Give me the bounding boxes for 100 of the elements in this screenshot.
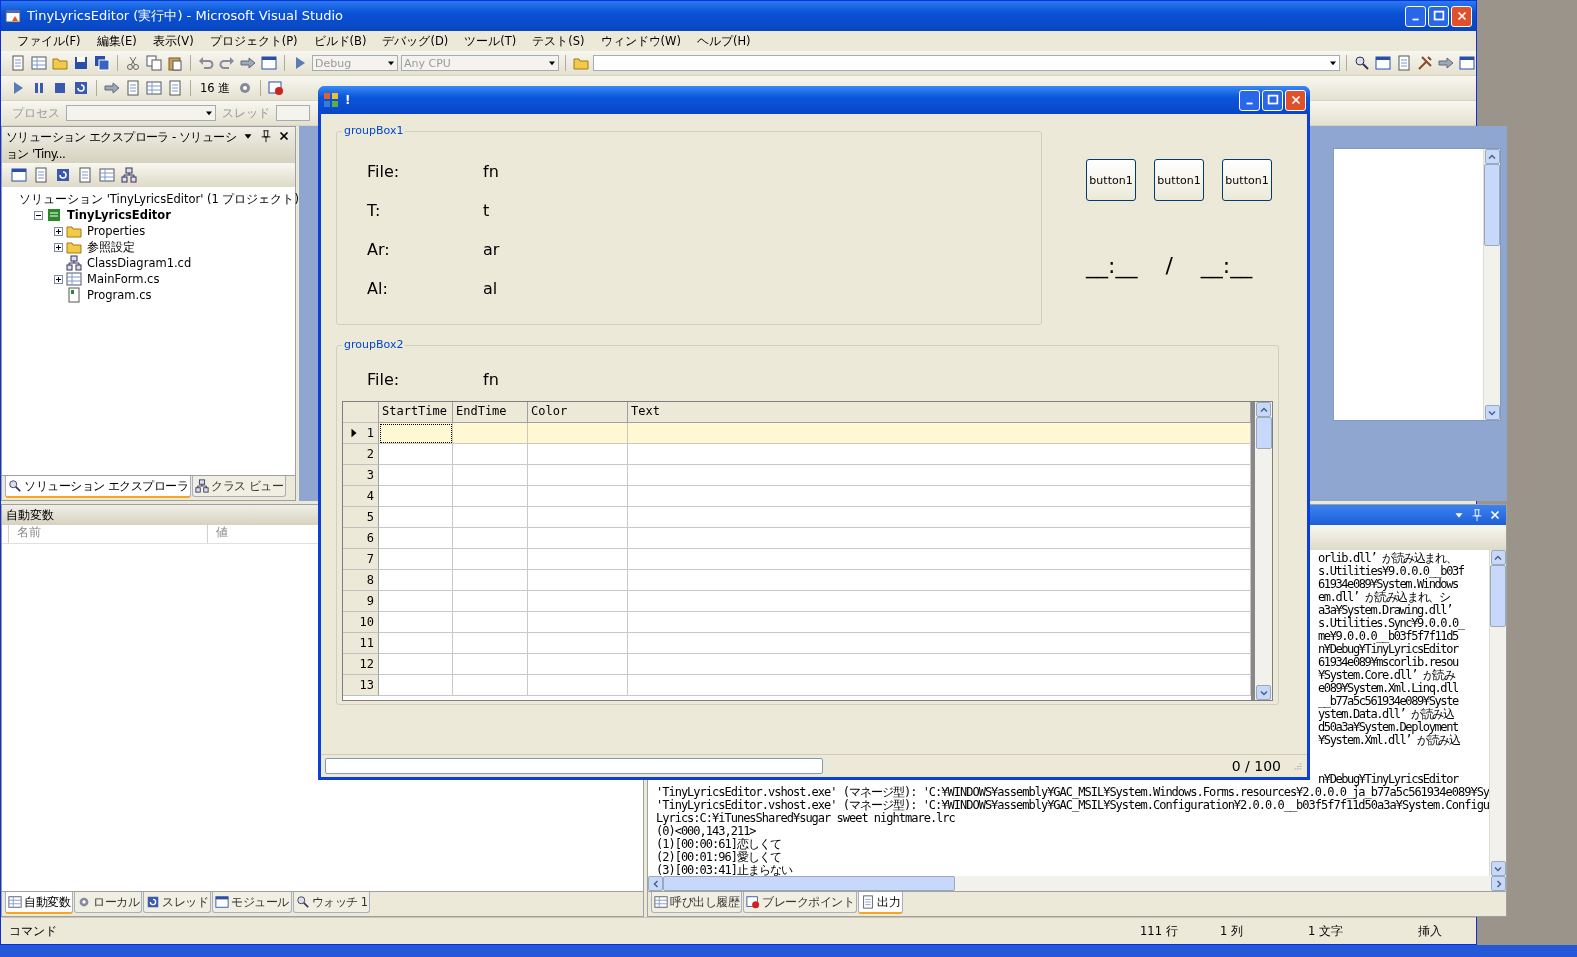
row-header[interactable]: 11: [343, 633, 379, 654]
grid-cell[interactable]: [379, 444, 453, 465]
grid-cell[interactable]: [453, 549, 528, 570]
arrow-icon[interactable]: [104, 80, 120, 96]
document-icon[interactable]: [10, 55, 26, 71]
grid-cell[interactable]: [528, 465, 628, 486]
undo-icon[interactable]: [198, 55, 214, 71]
push-button[interactable]: button1: [1086, 159, 1136, 201]
document-icon[interactable]: [167, 80, 183, 96]
menu-item[interactable]: 表示(V): [146, 32, 200, 50]
search-dropdown[interactable]: [593, 55, 1340, 71]
document-icon[interactable]: [125, 80, 141, 96]
grid-cell[interactable]: [628, 528, 1251, 549]
row-header[interactable]: 4: [343, 486, 379, 507]
grid-cell[interactable]: [453, 486, 528, 507]
grid-cell[interactable]: [528, 654, 628, 675]
maximize-icon[interactable]: [1431, 9, 1446, 23]
grid-cell[interactable]: [453, 465, 528, 486]
push-button[interactable]: button1: [1154, 159, 1204, 201]
row-header[interactable]: 7: [343, 549, 379, 570]
window-icon[interactable]: [261, 55, 277, 71]
wrench-icon[interactable]: [1417, 55, 1433, 71]
grid-cell[interactable]: [528, 444, 628, 465]
panel-tab[interactable]: ブレークポイント: [743, 892, 857, 913]
grid-cell[interactable]: [628, 444, 1251, 465]
restart-icon[interactable]: [55, 167, 71, 183]
panel-tab[interactable]: クラス ビュー: [192, 476, 287, 497]
close-icon[interactable]: [277, 129, 291, 143]
save-all-icon[interactable]: [94, 55, 110, 71]
grid-cell[interactable]: [379, 528, 453, 549]
grid-cell[interactable]: [528, 486, 628, 507]
grid-cell[interactable]: [628, 465, 1251, 486]
row-header[interactable]: 1: [343, 423, 379, 444]
column-header[interactable]: Color: [528, 402, 628, 423]
tree-item[interactable]: MainForm.cs: [85, 272, 162, 286]
thread-dropdown[interactable]: [276, 105, 310, 121]
grid-icon[interactable]: [31, 55, 47, 71]
grid-cell[interactable]: [379, 591, 453, 612]
grid-cell[interactable]: [453, 633, 528, 654]
menu-item[interactable]: プロジェクト(P): [203, 32, 304, 50]
grid-cell[interactable]: [379, 507, 453, 528]
stop-icon[interactable]: [52, 80, 68, 96]
redo-icon[interactable]: [219, 55, 235, 71]
grid-cell[interactable]: [628, 507, 1251, 528]
grid-cell[interactable]: [528, 423, 628, 444]
grid-cell[interactable]: [453, 570, 528, 591]
collapse-icon[interactable]: [34, 210, 43, 220]
vertical-scrollbar[interactable]: [1251, 402, 1272, 700]
menu-item[interactable]: デバッグ(D): [376, 32, 455, 50]
grid-cell[interactable]: [528, 570, 628, 591]
document-icon[interactable]: [77, 167, 93, 183]
copy-icon[interactable]: [146, 55, 162, 71]
panel-tab[interactable]: 出力: [858, 892, 903, 914]
grid-icon[interactable]: [146, 80, 162, 96]
grid-cell[interactable]: [379, 654, 453, 675]
menu-item[interactable]: ビルド(B): [307, 32, 373, 50]
arrow-icon[interactable]: [1438, 55, 1454, 71]
tree-item[interactable]: Properties: [85, 224, 148, 238]
scrollbar-thumb[interactable]: [1490, 565, 1507, 627]
column-header[interactable]: EndTime: [453, 402, 528, 423]
folder-icon[interactable]: [52, 55, 68, 71]
save-icon[interactable]: [73, 55, 89, 71]
tree-item[interactable]: Program.cs: [85, 288, 154, 302]
grid-cell[interactable]: [628, 549, 1251, 570]
row-header[interactable]: 13: [343, 675, 379, 696]
grid-cell[interactable]: [528, 549, 628, 570]
tree-item[interactable]: ソリューション 'TinyLyricsEditor' (1 プロジェクト): [17, 191, 301, 207]
row-header[interactable]: 10: [343, 612, 379, 633]
panel-tab[interactable]: 自動変数: [5, 892, 73, 914]
tree-item[interactable]: 参照設定: [85, 239, 137, 255]
grid-icon[interactable]: [99, 167, 115, 183]
grid-cell[interactable]: [453, 612, 528, 633]
clipboard-icon[interactable]: [167, 55, 183, 71]
scissors-icon[interactable]: [125, 55, 141, 71]
grid-cell[interactable]: [379, 570, 453, 591]
row-header[interactable]: 9: [343, 591, 379, 612]
pin-icon[interactable]: [259, 129, 273, 143]
grid-cell[interactable]: [453, 444, 528, 465]
grid-cell[interactable]: [379, 633, 453, 654]
tree-item[interactable]: TinyLyricsEditor: [65, 208, 173, 222]
grid-cell[interactable]: [379, 612, 453, 633]
grid-cell[interactable]: [628, 423, 1251, 444]
scrollbar-thumb[interactable]: [663, 876, 955, 891]
horizontal-scrollbar[interactable]: [648, 876, 1507, 891]
menu-item[interactable]: ファイル(F): [11, 32, 87, 50]
grid-cell[interactable]: [453, 507, 528, 528]
grid-cell[interactable]: [453, 528, 528, 549]
expand-icon[interactable]: [54, 226, 63, 236]
expand-icon[interactable]: [54, 242, 63, 252]
column-header[interactable]: StartTime: [379, 402, 453, 423]
hex-button[interactable]: 16 進: [197, 80, 234, 96]
class-diagram-icon[interactable]: [121, 167, 137, 183]
grid-cell[interactable]: [628, 654, 1251, 675]
panel-tab[interactable]: ウォッチ 1: [292, 892, 371, 913]
grid-cell[interactable]: [528, 675, 628, 696]
row-header[interactable]: 6: [343, 528, 379, 549]
grid-cell[interactable]: [453, 675, 528, 696]
document-icon[interactable]: [33, 167, 49, 183]
window-icon[interactable]: [11, 167, 27, 183]
process-dropdown[interactable]: [66, 105, 216, 121]
